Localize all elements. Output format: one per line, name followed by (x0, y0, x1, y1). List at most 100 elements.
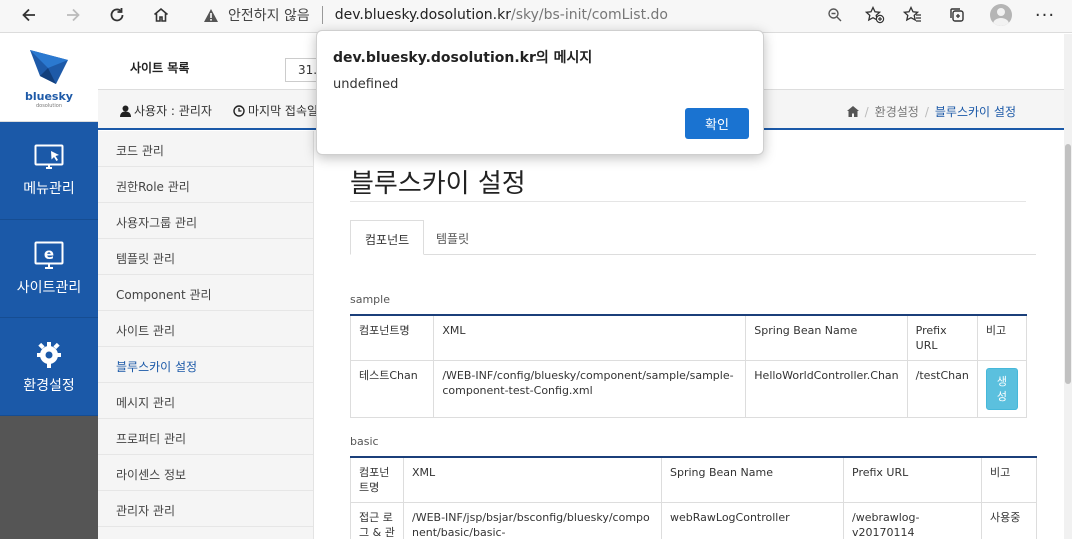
dialog-message: undefined (333, 77, 399, 92)
column-header: XML (433, 314, 747, 361)
sub-menu-item-property[interactable]: 프로퍼티 관리 (98, 419, 313, 455)
section-label-sample: sample (350, 293, 390, 306)
cell-note: 사용중 (981, 502, 1037, 539)
last-login-info: 마지막 접속일자 (233, 102, 329, 119)
user-label: 사용자 : 관리자 (134, 104, 212, 118)
reload-icon (110, 8, 124, 22)
cell-xml: /WEB-INF/config/bluesky/component/sample… (433, 360, 747, 418)
column-header: 컴포넌트명 (349, 314, 435, 361)
sub-menu-item-admin[interactable]: 관리자 관리 (98, 491, 313, 527)
sub-menu-item-message[interactable]: 메시지 관리 (98, 383, 313, 419)
security-status[interactable]: 안전하지 않음 (228, 5, 310, 25)
main-menu-label: 메뉴관리 (23, 180, 75, 197)
favorites-icon[interactable] (900, 2, 926, 28)
forward-button[interactable] (58, 2, 88, 28)
url-path[interactable]: /sky/bs-init/comList.do (511, 7, 668, 23)
reload-button[interactable] (102, 2, 132, 28)
cell-xml: /WEB-INF/jsp/bsjar/bsconfig/bluesky/comp… (403, 502, 662, 539)
table-row: 접근 로그 & 관 /WEB-INF/jsp/bsjar/bsconfig/bl… (350, 502, 1037, 539)
breadcrumb-separator: / (864, 104, 869, 119)
create-button[interactable]: 생성 (985, 368, 1018, 410)
tab-component[interactable]: 컴포넌트 (350, 220, 425, 255)
sub-menu: 코드 관리 권한Role 관리 사용자그룹 관리 템플릿 관리 Componen… (98, 131, 314, 539)
sub-menu-item-site[interactable]: 사이트 관리 (98, 311, 313, 347)
ok-button[interactable]: 확인 (685, 108, 749, 139)
sub-menu-item-template[interactable]: 템플릿 관리 (98, 239, 313, 275)
monitor-e-icon: e (34, 241, 64, 269)
divider (321, 6, 323, 24)
logo[interactable]: bluesky dosolution (0, 34, 98, 122)
logo-text: bluesky (25, 90, 73, 103)
sub-menu-item-license[interactable]: 라이센스 정보 (98, 455, 313, 491)
zoom-icon[interactable] (822, 2, 848, 28)
page-scrollbar[interactable] (1064, 34, 1072, 539)
browser-actions: ··· (900, 2, 1058, 28)
main-menu-item-menu-management[interactable]: 메뉴관리 (0, 122, 98, 220)
alert-dialog: dev.bluesky.dosolution.kr의 메시지 undefined… (316, 30, 764, 155)
gear-icon (37, 341, 61, 368)
url-host[interactable]: dev.bluesky.dosolution.kr (335, 7, 511, 23)
cell-prefix-url: /testChan (906, 360, 978, 418)
site-list-label: 사이트 목록 (130, 61, 190, 75)
breadcrumb-current: 블루스카이 설정 (934, 105, 1016, 119)
title-divider (350, 201, 1026, 202)
main-menu-item-site-management[interactable]: e 사이트관리 (0, 220, 98, 318)
profile-button[interactable] (988, 2, 1014, 28)
main-menu-label: 환경설정 (23, 377, 75, 394)
breadcrumb: / 환경설정 / 블루스카이 설정 (846, 103, 1016, 120)
sub-menu-item-component[interactable]: Component 관리 (98, 275, 313, 311)
basic-component-table: 컴포넌트명 XML Spring Bean Name Prefix URL 비고… (350, 456, 1037, 539)
cell-component-name: 테스트Chan (349, 360, 435, 418)
more-menu-icon[interactable]: ··· (1032, 2, 1058, 28)
column-header: 컴포넌트명 (350, 456, 404, 503)
svg-text:e: e (44, 245, 54, 263)
warning-icon[interactable] (202, 6, 220, 24)
column-header: XML (403, 456, 662, 503)
browser-toolbar: 안전하지 않음 dev.bluesky.dosolution.kr/sky/bs… (0, 0, 1072, 33)
monitor-cursor-icon (34, 144, 64, 169)
bluesky-logo-icon (30, 50, 68, 84)
add-favorite-icon[interactable] (862, 2, 888, 28)
scrollbar-thumb[interactable] (1065, 144, 1071, 384)
main-menu-item-settings[interactable]: 환경설정 (0, 318, 98, 416)
table-row: 테스트Chan /WEB-INF/config/bluesky/componen… (349, 360, 1028, 418)
sample-component-table: 컴포넌트명 XML Spring Bean Name Prefix URL 비고… (349, 314, 1028, 418)
avatar (990, 4, 1012, 26)
back-button[interactable] (14, 2, 44, 28)
tab-template[interactable]: 템플릿 (422, 220, 483, 255)
home-icon (153, 7, 169, 22)
main-content: 블루스카이 설정 컴포넌트 템플릿 sample 컴포넌트명 XML Sprin… (314, 131, 1072, 539)
breadcrumb-item[interactable]: 환경설정 (875, 103, 919, 120)
sub-menu-item-bluesky-settings[interactable]: 블루스카이 설정 (98, 347, 313, 383)
tab-bar: 컴포넌트 템플릿 (350, 220, 1036, 255)
cell-note: 생성 (976, 360, 1028, 418)
home-button[interactable] (146, 2, 176, 28)
column-header: Spring Bean Name (661, 456, 844, 503)
user-info: 사용자 : 관리자 (120, 102, 212, 119)
clock-icon (233, 104, 245, 117)
app-sidebar: bluesky dosolution 메뉴관리 e 사이트관리 환경설정 (0, 34, 98, 539)
home-icon[interactable] (846, 106, 859, 117)
omnibox-actions (822, 0, 888, 30)
cell-component-name: 접근 로그 & 관 (350, 502, 404, 539)
forward-arrow-icon (67, 8, 80, 22)
logo-subtext: dosolution (35, 103, 63, 109)
column-header: Prefix URL (906, 314, 978, 361)
sub-menu-item-user-group[interactable]: 사용자그룹 관리 (98, 203, 313, 239)
cell-bean-name: webRawLogController (661, 502, 844, 539)
section-label-basic: basic (350, 435, 379, 448)
column-header: Prefix URL (843, 456, 982, 503)
main-menu-label: 사이트관리 (16, 279, 82, 296)
column-header: 비고 (981, 456, 1037, 503)
page-title: 블루스카이 설정 (350, 169, 526, 199)
cell-prefix-url: /webrawlog-v20170114 (843, 502, 982, 539)
address-bar[interactable]: 안전하지 않음 dev.bluesky.dosolution.kr/sky/bs… (188, 0, 888, 30)
user-icon (120, 105, 131, 117)
back-arrow-icon (22, 8, 35, 22)
column-header: Spring Bean Name (745, 314, 908, 361)
sub-menu-item-role[interactable]: 권한Role 관리 (98, 167, 313, 203)
breadcrumb-separator: / (924, 104, 929, 119)
collections-icon[interactable] (944, 2, 970, 28)
sub-menu-item-code[interactable]: 코드 관리 (98, 131, 313, 167)
dialog-title: dev.bluesky.dosolution.kr의 메시지 (333, 50, 593, 66)
